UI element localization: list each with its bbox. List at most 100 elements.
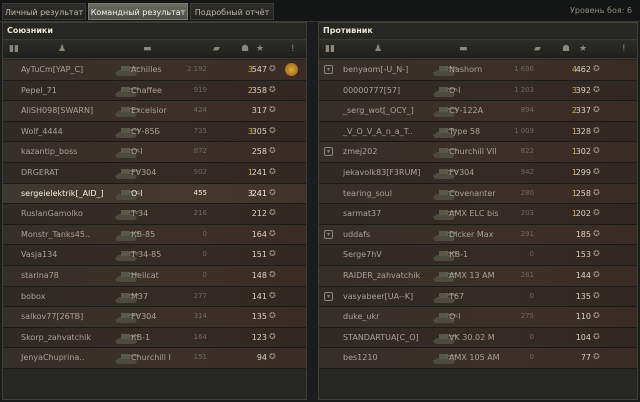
xp-star-icon: ✪ [593,64,600,73]
player-row[interactable]: Skorp_zahvatchik КВ-1 164 123 ✪ [3,327,306,349]
player-header-icon[interactable]: ♟ [58,44,66,54]
xp-value: 94 [256,353,267,363]
player-row[interactable]: Serge7hV КВ-1 0 153 ✪ [319,245,637,266]
xp-star-icon: ✪ [593,249,600,259]
damage-value: 942 [520,167,534,176]
xp-value: 241 [251,188,267,198]
damage-value: 894 [520,106,534,115]
tank-name: FV304 [449,167,475,177]
player-row[interactable]: Pepel_71 Chaffee 919 2 358 ✪ [3,80,306,102]
enemies-rows: ▾ benyaom[-U_N-] Nashorn 1 696 4 462 ✪ 00000777… [319,60,637,369]
xp-value: 104 [575,332,591,342]
player-row[interactable]: sergeielektrik[_AID_] О-I 455 3 241 ✪ [3,183,306,205]
xp-value: 123 [251,332,267,342]
player-row[interactable]: ▾ benyaom[-U_N-] Nashorn 1 696 4 462 ✪ [319,60,637,81]
xp-star-icon: ✪ [593,331,600,341]
xp-value: 212 [251,209,267,219]
tank-name: M37 [131,291,149,301]
damage-value: 151 [193,353,207,362]
player-name: STANDARTUA[C_O] [343,332,419,342]
frags-header-icon[interactable]: ☗ [562,44,570,54]
damage-value: 872 [193,147,207,156]
medal-icon[interactable] [285,63,298,76]
xp-value: 305 [251,126,267,136]
player-name: Skorp_zahvatchik [21,332,91,342]
player-row[interactable]: salkov77[26TB] FV304 314 135 ✪ [3,307,306,328]
tab-detailed-report[interactable]: Подробный отчёт [190,3,274,20]
player-row[interactable]: Wolf_4444 СУ-85Б 735 3 305 ✪ [3,121,306,143]
player-row[interactable]: bes1210 AMX 105 AM 0 77 ✪ [319,348,637,369]
battle-level: Уровень боя: 6 [570,6,632,15]
player-row[interactable]: AyTuCm[YAP_C] Achilles 2 192 3 547 ✪ [3,60,306,81]
player-name: Serge7hV [343,250,382,260]
damage-header-icon[interactable]: ▰ [213,44,220,54]
frags-header-icon[interactable]: ☗ [241,44,249,54]
player-row[interactable]: tearing_soul Covenanter 280 1 258 ✪ [319,183,637,205]
tank-name: О-I [449,312,461,322]
xp-value: 392 [575,85,591,95]
player-row[interactable]: jekavolk83[F3RUM] FV304 942 1 299 ✪ [319,162,637,184]
tab-personal-result[interactable]: Личный результат [2,3,86,20]
player-row[interactable]: starina78 Hellcat 0 148 ✪ [3,265,306,287]
achievements-header-icon[interactable]: ! [622,44,626,54]
player-row[interactable]: sarmat37 AMX ELC bis 203 1 202 ✪ [319,204,637,225]
player-row[interactable]: duke_ukr О-I 275 110 ✪ [319,307,637,328]
damage-value: 0 [202,270,207,279]
damage-value: 735 [193,126,207,135]
platoon-header-icon[interactable]: ▮▮ [325,44,335,54]
player-row[interactable]: bobox M37 277 141 ✪ [3,286,306,308]
xp-value: 77 [580,353,591,363]
player-row[interactable]: ▾ vasyabeer[UA--K] T67 0 135 ✪ [319,286,637,308]
xp-header-icon[interactable]: ★ [256,44,264,54]
player-row[interactable]: JenyaChuprina.. Churchill I 151 94 ✪ [3,348,306,369]
player-row[interactable]: Vasja134 T-34-85 0 151 ✪ [3,245,306,266]
damage-value: 291 [520,229,534,238]
player-name: JenyaChuprina.. [21,353,85,363]
player-row[interactable]: RuslanGamolko T-34 216 212 ✪ [3,204,306,225]
xp-value: 185 [575,229,591,239]
xp-star-icon: ✪ [269,352,276,362]
xp-value: 547 [251,65,267,74]
player-row[interactable]: ▾ zmej202 Churchill VII 822 1 302 ✪ [319,142,637,163]
xp-value: 258 [575,188,591,198]
xp-star-icon: ✪ [593,311,600,321]
player-name: RAIDER_zahvatchik [343,270,421,280]
xp-value: 153 [575,250,591,260]
player-row[interactable]: kazantip_boss О-I 872 258 ✪ [3,142,306,163]
player-name: vasyabeer[UA--K] [343,291,414,301]
tank-name: Chaffee [131,85,162,95]
player-row[interactable]: RAIDER_zahvatchik AMX 13 AM 281 144 ✪ [319,265,637,287]
xp-value: 110 [575,312,591,322]
achievements-header-icon[interactable]: ! [291,44,295,54]
player-row[interactable]: AliSH098[SWARN] Excelsior 424 317 ✪ [3,101,306,122]
player-name: AliSH098[SWARN] [21,106,94,116]
tank-name: КВ-85 [131,229,156,239]
damage-header-icon[interactable]: ▰ [534,44,541,54]
xp-header-icon[interactable]: ★ [579,44,587,54]
player-row[interactable]: _serg_wot[_OCY_] СУ-122А 894 2 337 ✪ [319,101,637,122]
tab-team-result[interactable]: Командный результат [88,3,188,20]
xp-star-icon: ✪ [269,249,276,259]
player-row[interactable]: _V_O_V_A_n_a_T.. Type 58 1 009 1 328 ✪ [319,121,637,143]
tank-name: СУ-85Б [131,126,161,136]
platoon-header-icon[interactable]: ▮▮ [9,44,19,54]
tank-header-icon[interactable]: ▬ [459,44,468,54]
xp-star-icon: ✪ [593,290,600,300]
xp-value: 258 [251,147,267,157]
tank-header-icon[interactable]: ▬ [143,44,152,54]
damage-value: 164 [193,332,207,341]
player-row[interactable]: STANDARTUA[C_O] VK 30.02 M 0 104 ✪ [319,327,637,349]
player-row[interactable]: Monstr_Tanks45.. КВ-85 0 164 ✪ [3,224,306,246]
player-header-icon[interactable]: ♟ [374,44,382,54]
damage-value: 919 [193,85,207,94]
tank-name: Covenanter [449,188,496,198]
player-row[interactable]: 00000777[57] О-I 1 203 3 392 ✪ [319,80,637,102]
player-row[interactable]: ▾ uddafs Dicker Max 291 185 ✪ [319,224,637,246]
xp-value: 462 [575,65,591,74]
damage-value: 216 [193,209,207,218]
player-row[interactable]: DRGERAT FV304 902 1 241 ✪ [3,162,306,184]
player-name: _serg_wot[_OCY_] [343,106,414,116]
xp-value: 151 [251,250,267,260]
allies-column-header: ▮▮ ♟ ▬ ▰ ☗ ★ ! [3,39,306,59]
damage-value: 822 [520,147,534,156]
